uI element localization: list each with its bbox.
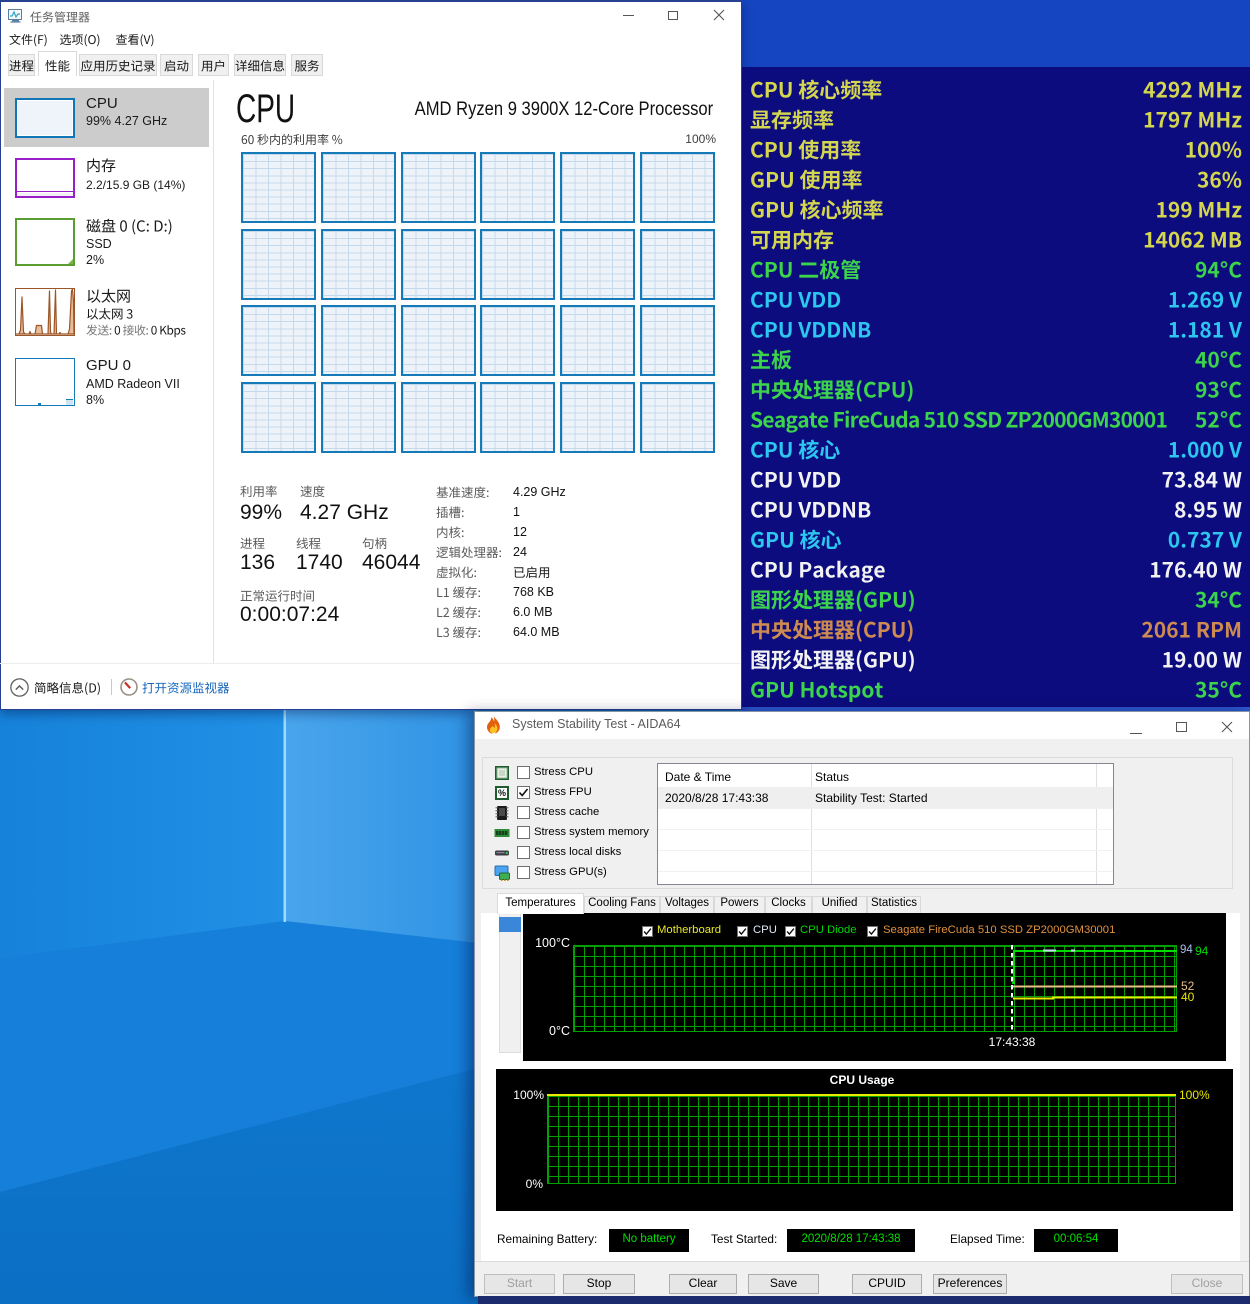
svg-text:%: % — [498, 788, 506, 798]
